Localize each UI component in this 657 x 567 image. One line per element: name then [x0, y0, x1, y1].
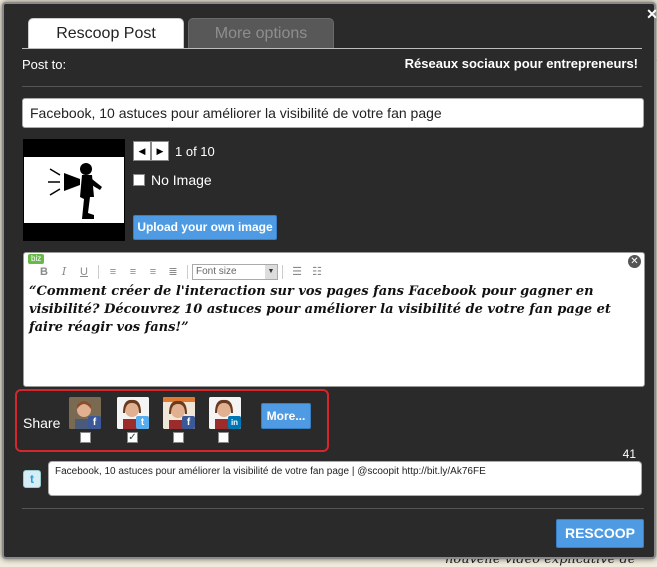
image-counter: 1 of 10	[175, 144, 215, 159]
editor-toolbar: B I U ≡ ≡ ≡ ≣ Font size ▼ ☰ ☷	[34, 263, 327, 281]
align-right-icon[interactable]: ≡	[143, 264, 163, 280]
align-justify-icon[interactable]: ≣	[163, 264, 183, 280]
editor-content[interactable]: “Comment créer de l'interaction sur vos …	[29, 283, 634, 337]
share-checkbox-linkedin[interactable]	[218, 432, 229, 443]
post-to-label: Post to:	[22, 57, 67, 72]
divider	[22, 86, 642, 87]
share-checkbox-twitter[interactable]: ✓	[127, 432, 138, 443]
linkedin-icon: in	[228, 416, 241, 429]
close-icon[interactable]: ✕	[644, 6, 657, 22]
font-size-select[interactable]: Font size ▼	[192, 264, 278, 280]
facebook-icon: f	[88, 416, 101, 429]
chevron-down-icon: ▼	[265, 265, 277, 279]
image-navigation: ◀ ▶	[133, 141, 169, 161]
upload-image-button[interactable]: Upload your own image	[133, 215, 277, 240]
toolbar-separator	[282, 265, 283, 279]
post-to-target: Réseaux sociaux pour entrepreneurs!	[404, 56, 638, 71]
editor-close-icon[interactable]: ✕	[628, 255, 641, 268]
underline-icon[interactable]: U	[74, 264, 94, 280]
next-image-button[interactable]: ▶	[151, 141, 169, 161]
rescoop-button[interactable]: RESCOOP	[556, 519, 644, 548]
bold-icon[interactable]: B	[34, 264, 54, 280]
twitter-icon: t	[136, 416, 149, 429]
thumbnail-image	[24, 157, 124, 223]
twitter-icon: t	[23, 470, 41, 488]
avatar-facebook-page[interactable]: f	[163, 397, 195, 429]
share-checkbox-facebook-page[interactable]	[173, 432, 184, 443]
more-accounts-button[interactable]: More...	[261, 403, 311, 429]
toolbar-separator	[187, 265, 188, 279]
align-left-icon[interactable]: ≡	[103, 264, 123, 280]
title-input[interactable]: Facebook, 10 astuces pour améliorer la v…	[22, 98, 644, 128]
divider	[22, 508, 644, 509]
tweet-char-count: 41	[622, 447, 636, 461]
italic-icon[interactable]: I	[54, 264, 74, 280]
previous-image-button[interactable]: ◀	[133, 141, 151, 161]
image-thumbnail	[23, 139, 125, 241]
bullet-list-icon[interactable]: ☰	[287, 264, 307, 280]
rich-text-editor[interactable]: biz ✕ B I U ≡ ≡ ≡ ≣ Font size ▼ ☰ ☷ “Com…	[23, 252, 645, 387]
megaphone-figure-icon	[48, 163, 102, 219]
rescoop-dialog: ✕ Rescoop Post More options Post to: Rés…	[2, 2, 657, 559]
divider	[22, 48, 642, 49]
no-image-label: No Image	[151, 172, 212, 188]
tweet-textarea[interactable]: Facebook, 10 astuces pour améliorer la v…	[48, 461, 642, 496]
tab-rescoop-post[interactable]: Rescoop Post	[28, 18, 184, 48]
share-label: Share	[23, 415, 61, 431]
align-center-icon[interactable]: ≡	[123, 264, 143, 280]
facebook-icon: f	[182, 416, 195, 429]
toolbar-separator	[98, 265, 99, 279]
avatar-linkedin[interactable]: in	[209, 397, 241, 429]
no-image-checkbox[interactable]	[133, 174, 145, 186]
share-checkbox-facebook[interactable]	[80, 432, 91, 443]
tab-more-options[interactable]: More options	[188, 18, 334, 48]
avatar-facebook[interactable]: f	[69, 397, 101, 429]
avatar-twitter[interactable]: t	[117, 397, 149, 429]
font-size-placeholder: Font size	[196, 266, 237, 277]
numbered-list-icon[interactable]: ☷	[307, 264, 327, 280]
